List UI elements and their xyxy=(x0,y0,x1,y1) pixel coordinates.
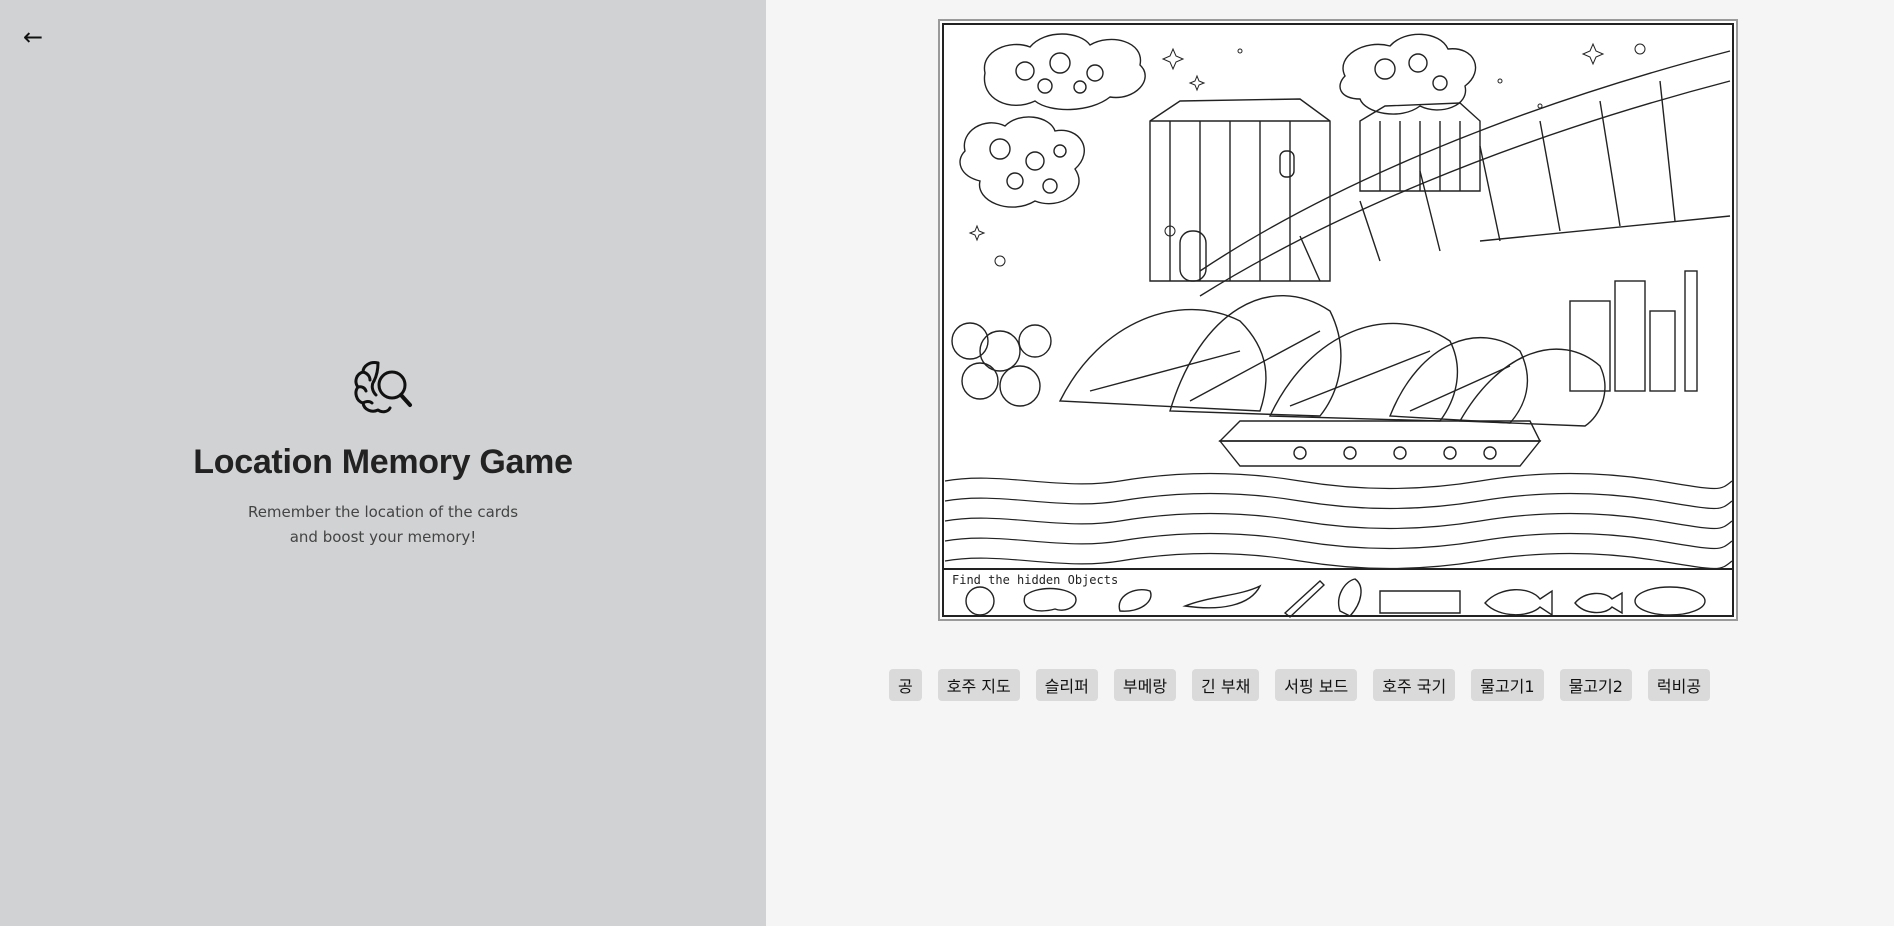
legend-australia-map-icon xyxy=(1023,587,1077,612)
chip-ball[interactable]: 공 xyxy=(889,669,922,701)
left-panel: ← Location Memory Game Remember the loca… xyxy=(0,0,766,926)
hidden-object-picture[interactable]: Find the hidden Objects xyxy=(938,19,1738,621)
cloud-right xyxy=(1339,33,1477,115)
puzzle-caption: Find the hidden Objects xyxy=(952,573,1118,587)
building-left xyxy=(1149,98,1331,282)
app-subtitle: Remember the location of the cards and b… xyxy=(0,500,766,550)
chip-australia-map[interactable]: 호주 지도 xyxy=(937,669,1020,701)
brain-magnifier-icon xyxy=(350,355,416,421)
cloud-middle-left xyxy=(959,116,1085,208)
chip-boomerang[interactable]: 부메랑 xyxy=(1113,669,1177,701)
back-button[interactable]: ← xyxy=(18,22,48,52)
harbour-water xyxy=(944,472,1733,570)
intro-section: Location Memory Game Remember the locati… xyxy=(0,355,766,550)
opera-house xyxy=(1058,295,1606,427)
app-title: Location Memory Game xyxy=(193,443,573,481)
ferry-boat xyxy=(1218,420,1542,467)
legend-fish1-icon xyxy=(1484,589,1553,617)
subtitle-line-1: Remember the location of the cards xyxy=(247,503,519,521)
chip-fish2[interactable]: 물고기2 xyxy=(1559,669,1632,701)
legend-fish2-icon xyxy=(1574,591,1623,615)
city-skyline xyxy=(1569,270,1698,392)
legend-surfboard-icon xyxy=(1338,578,1362,617)
subtitle-line-2: and boost your memory! xyxy=(289,528,477,546)
sydney-scene-illustration: Find the hidden Objects xyxy=(942,23,1734,618)
legend-rugby-ball-icon xyxy=(1634,586,1706,616)
stars xyxy=(968,42,1646,267)
chip-long-fan[interactable]: 긴 부채 xyxy=(1192,669,1260,701)
cloud-left xyxy=(983,33,1146,111)
trees-left xyxy=(951,322,1052,407)
chip-rugby-ball[interactable]: 럭비공 xyxy=(1647,669,1711,701)
arrow-left-icon: ← xyxy=(22,23,44,51)
chip-australian-flag[interactable]: 호주 국기 xyxy=(1373,669,1456,701)
chip-slipper[interactable]: 슬리퍼 xyxy=(1035,669,1098,701)
legend-ball-icon xyxy=(965,586,995,616)
legend-australian-flag-icon xyxy=(1379,590,1461,614)
object-chip-list: 공 호주 지도 슬리퍼 부메랑 긴 부채 서핑 보드 호주 국기 물고기1 물고… xyxy=(889,669,1711,701)
legend-long-fan-icon xyxy=(1283,580,1326,618)
building-right xyxy=(1359,102,1481,192)
chip-fish1[interactable]: 물고기1 xyxy=(1471,669,1544,701)
legend-slipper-icon xyxy=(1118,589,1152,612)
chip-surfboard[interactable]: 서핑 보드 xyxy=(1275,669,1358,701)
legend-boomerang-icon xyxy=(1182,584,1262,609)
